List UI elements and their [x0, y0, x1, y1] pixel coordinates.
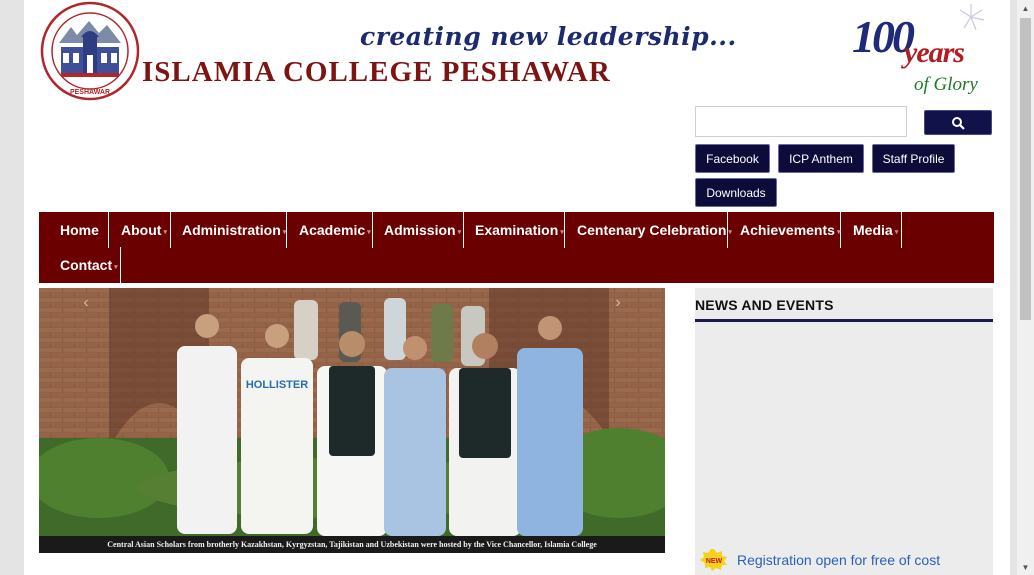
scroll-thumb[interactable]: [1020, 18, 1031, 320]
news-divider: [695, 319, 993, 322]
page-scrollbar[interactable]: ▲ ▼: [1017, 0, 1034, 575]
search-button[interactable]: [924, 110, 992, 135]
nav-centenary-label: Centenary Celebration: [577, 222, 727, 238]
image-slider[interactable]: HOLLISTER ‹ › Central Asian Scholars fro…: [39, 288, 665, 553]
badge-glory: of Glory: [914, 74, 978, 95]
centenary-badge[interactable]: 100 years of Glory: [846, 2, 986, 98]
badge-years: years: [904, 36, 965, 69]
chevron-down-icon: ▾: [114, 263, 118, 271]
slider-prev-arrow[interactable]: ‹: [77, 292, 95, 314]
nav-admission-label: Admission: [384, 222, 456, 238]
chevron-down-icon: ▾: [282, 228, 287, 236]
nav-about-label: About: [121, 222, 162, 238]
chevron-down-icon: ▾: [894, 228, 899, 236]
page: PESHAWAR creating new leadership... ISLA…: [24, 0, 1010, 575]
nav-achievements-label: Achievements: [740, 222, 835, 238]
chevron-down-icon: ▾: [560, 228, 564, 236]
nav-examination-label: Examination: [475, 222, 559, 238]
college-logo[interactable]: PESHAWAR: [39, 1, 141, 101]
nav-about[interactable]: About ▾: [109, 212, 171, 248]
nav-contact-label: Contact: [60, 257, 113, 273]
nav-home-label: Home: [60, 222, 99, 238]
news-heading: NEWS AND EVENTS: [695, 297, 834, 313]
facebook-button[interactable]: Facebook: [695, 144, 770, 173]
nav-home[interactable]: Home: [39, 212, 109, 248]
news-item[interactable]: NEW Registration open for free of cost: [699, 548, 940, 572]
chevron-down-icon: ▾: [457, 228, 462, 236]
tagline: creating new leadership...: [360, 22, 737, 51]
nav-contact[interactable]: Contact ▾: [39, 247, 121, 283]
nav-media[interactable]: Media ▾: [841, 212, 902, 248]
search-input[interactable]: [695, 106, 907, 137]
slide-caption: Central Asian Scholars from brotherly Ka…: [39, 536, 665, 553]
slide-image: HOLLISTER: [39, 288, 665, 536]
nav-academic[interactable]: Academic ▾: [287, 212, 373, 248]
nav-examination[interactable]: Examination ▾: [464, 212, 565, 248]
slider-next-arrow[interactable]: ›: [609, 292, 627, 314]
downloads-button[interactable]: Downloads: [695, 178, 777, 207]
nav-administration[interactable]: Administration ▾: [171, 212, 287, 248]
logo-label: PESHAWAR: [70, 89, 110, 96]
icp-anthem-button[interactable]: ICP Anthem: [778, 144, 864, 173]
nav-academic-label: Academic: [299, 222, 366, 238]
nav-achievements[interactable]: Achievements ▾: [728, 212, 841, 248]
news-panel: NEWS AND EVENTS NEW Registration open fo…: [695, 288, 993, 575]
news-link[interactable]: Registration open for free of cost: [737, 552, 940, 568]
college-name: ISLAMIA COLLEGE PESHAWAR: [142, 56, 611, 88]
badge-number: 100: [852, 11, 915, 62]
scroll-down-icon[interactable]: ▼: [1017, 559, 1034, 575]
search-icon: [952, 116, 965, 130]
nav-media-label: Media: [853, 222, 893, 238]
chevron-down-icon: ▾: [836, 228, 841, 236]
firework-icon: [959, 4, 985, 31]
nav-administration-label: Administration: [182, 222, 281, 238]
nav-admission[interactable]: Admission ▾: [373, 212, 464, 248]
nav-centenary-celebration[interactable]: Centenary Celebration ▾: [565, 212, 732, 248]
new-badge-text: NEW: [706, 558, 723, 565]
chevron-down-icon: ▾: [367, 228, 371, 236]
main-nav: Home About ▾ Administration ▾ Academic ▾ Ad…: [39, 212, 994, 283]
new-badge-icon: NEW: [700, 549, 727, 571]
shirt-text: HOLLISTER: [246, 379, 308, 391]
staff-profile-button[interactable]: Staff Profile: [872, 144, 955, 173]
chevron-down-icon: ▾: [163, 228, 167, 236]
scroll-up-icon[interactable]: ▲: [1017, 0, 1034, 16]
